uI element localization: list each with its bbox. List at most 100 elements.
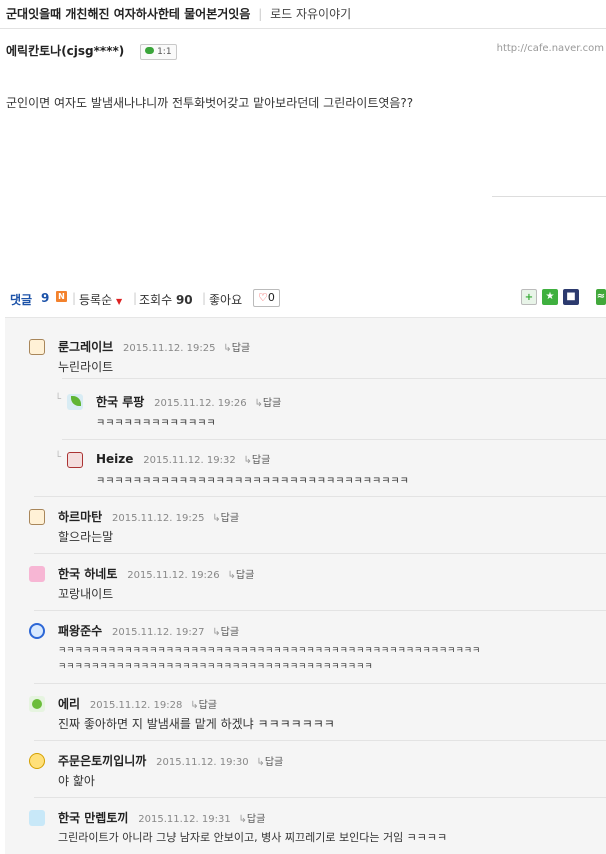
post-url-link[interactable]: http://cafe.naver.com (497, 43, 604, 54)
comment-nickname[interactable]: 한국 하네토 (58, 567, 117, 581)
reply-label: 답글 (251, 455, 271, 466)
comment-date: 2015.11.12. 19:28 (89, 700, 183, 711)
comment-divider (62, 439, 606, 440)
reply-arrow-icon: ↳ (254, 398, 263, 409)
comment-header: 한국 하네토 2015.11.12. 19:26 ↳답글 (58, 565, 254, 582)
comment-text-continued: ㅋㅋㅋㅋㅋㅋㅋㅋㅋㅋㅋㅋㅋㅋㅋㅋㅋㅋㅋㅋㅋㅋㅋㅋㅋㅋㅋㅋㅋㅋㅋㅋㅋㅋㅋㅋㅋㅋ (58, 662, 373, 672)
toolbar-divider: | (133, 291, 138, 305)
reply-arrow-icon: ↳ (256, 757, 265, 768)
comment-date: 2015.11.12. 19:26 (154, 398, 247, 409)
views-value: 90 (175, 293, 193, 307)
chat-badge-label: 1:1 (157, 47, 172, 57)
reply-label: 답글 (235, 570, 255, 581)
rss-icon[interactable]: ≈ (596, 289, 606, 305)
chat-bubble-icon (145, 47, 155, 54)
comment-nickname[interactable]: 주문은토끼입니까 (58, 754, 146, 768)
author-row: 에릭칸토나(cjsg****) 1:1 http://cafe.naver.co… (6, 42, 606, 60)
green-leaf-avatar-icon[interactable] (29, 696, 45, 712)
comment-date: 2015.11.12. 19:30 (156, 757, 249, 768)
comment-date: 2015.11.12. 19:31 (138, 814, 231, 825)
comment-divider (34, 740, 606, 741)
reply-link[interactable]: ↳답글 (256, 757, 283, 768)
comment-header: 패왕준수 2015.11.12. 19:27 ↳답글 (58, 622, 239, 639)
like-count: 0 (267, 291, 275, 304)
comment-text: 꼬랑내이트 (58, 587, 114, 601)
reply-link[interactable]: ↳답글 (212, 513, 239, 524)
title-divider: | (258, 7, 263, 21)
comment-divider (34, 797, 606, 798)
reply-marker-icon: └ (55, 394, 62, 405)
post-title[interactable]: 군대잇을때 개친해진 여자하사한테 물어본거잇음 (6, 7, 250, 21)
post-end-divider (492, 196, 606, 197)
sort-dropdown[interactable]: 등록순 ▼ (79, 291, 122, 308)
reply-link[interactable]: ↳답글 (227, 570, 254, 581)
comment-date: 2015.11.12. 19:26 (127, 570, 220, 581)
leaf-avatar-icon[interactable] (67, 394, 83, 410)
post-title-bar: 군대잇을때 개친해진 여자하사한테 물어본거잇음 | 로드 자유이야기 (6, 5, 606, 25)
comment-divider (34, 610, 606, 611)
reply-arrow-icon: ↳ (190, 700, 199, 711)
comment-nickname[interactable]: 한국 루팡 (96, 395, 144, 409)
comment-header: 한국 만렙토끼 2015.11.12. 19:31 ↳답글 (58, 809, 265, 826)
comment-nickname[interactable]: 한국 만렙토끼 (58, 811, 128, 825)
post-body: 군인이면 여자도 발냄새나냐니까 전투화벗어갖고 맡아보라던데 그린라이트엿음?… (6, 96, 414, 110)
like-button[interactable]: ♡0 (253, 289, 280, 307)
glasses-avatar-icon[interactable] (29, 339, 45, 355)
comment-header: 주문은토끼입니까 2015.11.12. 19:30 ↳답글 (58, 752, 283, 769)
comment-date: 2015.11.12. 19:32 (143, 455, 236, 466)
reply-arrow-icon: ↳ (243, 455, 252, 466)
heart-icon: ♡ (258, 291, 268, 304)
chat-badge-button[interactable]: 1:1 (140, 44, 177, 60)
comment-text: 할으라는말 (58, 530, 114, 544)
likes-label: 좋아요 (209, 293, 243, 307)
star-icon[interactable]: ★ (542, 289, 558, 305)
comment-text: 진짜 좋아하면 지 발냄새를 맡게 하겠냐 ㅋㅋㅋㅋㅋㅋㅋ (58, 717, 335, 731)
yellow-avatar-icon[interactable] (29, 753, 45, 769)
comment-label[interactable]: 댓글 (10, 291, 32, 308)
reply-link[interactable]: ↳답글 (190, 700, 217, 711)
toolbar-divider: | (202, 291, 207, 305)
comment-text: 그린라이트가 아니라 그냥 남자로 안보이고, 병사 찌끄레기로 보인다는 거임… (58, 831, 448, 844)
glasses-avatar-icon[interactable] (29, 509, 45, 525)
comment-nickname[interactable]: Heize (96, 452, 133, 466)
comment-toolbar: 댓글 9 N | 등록순 ▼ | 조회수 90 | 좋아요 ♡0 (0, 288, 606, 310)
reply-label: 답글 (220, 627, 240, 638)
reply-link[interactable]: ↳답글 (254, 398, 281, 409)
bookmark-icon[interactable]: + (521, 289, 537, 305)
board-name-link[interactable]: 로드 자유이야기 (270, 7, 351, 21)
sky-avatar-icon[interactable] (29, 810, 45, 826)
reply-arrow-icon: ↳ (212, 627, 221, 638)
blog-share-icon[interactable]: ■ (563, 289, 579, 305)
comment-header: Heize 2015.11.12. 19:32 ↳답글 (96, 451, 270, 466)
comment-header: 한국 루팡 2015.11.12. 19:26 ↳답글 (96, 393, 281, 410)
header-divider (0, 28, 606, 29)
author-name[interactable]: 에릭칸토나(cjsg****) (6, 44, 124, 58)
comment-nickname[interactable]: 에리 (58, 697, 80, 711)
comment-date: 2015.11.12. 19:25 (123, 343, 216, 354)
reply-link[interactable]: ↳답글 (223, 343, 250, 354)
reply-arrow-icon: ↳ (227, 570, 236, 581)
reply-marker-icon: └ (55, 452, 62, 463)
comment-date: 2015.11.12. 19:25 (112, 513, 205, 524)
views-label: 조회수 (139, 293, 173, 307)
comment-header: 에리 2015.11.12. 19:28 ↳답글 (58, 695, 217, 712)
pink-cat-avatar-icon[interactable] (29, 566, 45, 582)
reply-label: 답글 (264, 757, 284, 768)
sort-label: 등록순 (79, 293, 113, 307)
reply-label: 답글 (246, 814, 266, 825)
comment-nickname[interactable]: 하르마탄 (58, 510, 102, 524)
comment-divider (34, 553, 606, 554)
blue-circle-avatar-icon[interactable] (29, 623, 45, 639)
new-comment-icon: N (56, 291, 67, 302)
face-avatar-icon[interactable] (67, 452, 83, 468)
comment-list: 룬그레이브 2015.11.12. 19:25 ↳답글 누린라이트 └ 한국 루… (5, 317, 606, 854)
reply-link[interactable]: ↳답글 (244, 455, 271, 466)
reply-link[interactable]: ↳답글 (212, 627, 239, 638)
comment-divider (34, 683, 606, 684)
toolbar-divider: | (72, 291, 77, 305)
comment-text: 누린라이트 (58, 360, 114, 374)
reply-link[interactable]: ↳답글 (239, 814, 266, 825)
comment-nickname[interactable]: 패왕준수 (58, 624, 102, 638)
comment-count[interactable]: 9 (41, 291, 49, 305)
comment-nickname[interactable]: 룬그레이브 (58, 340, 113, 354)
